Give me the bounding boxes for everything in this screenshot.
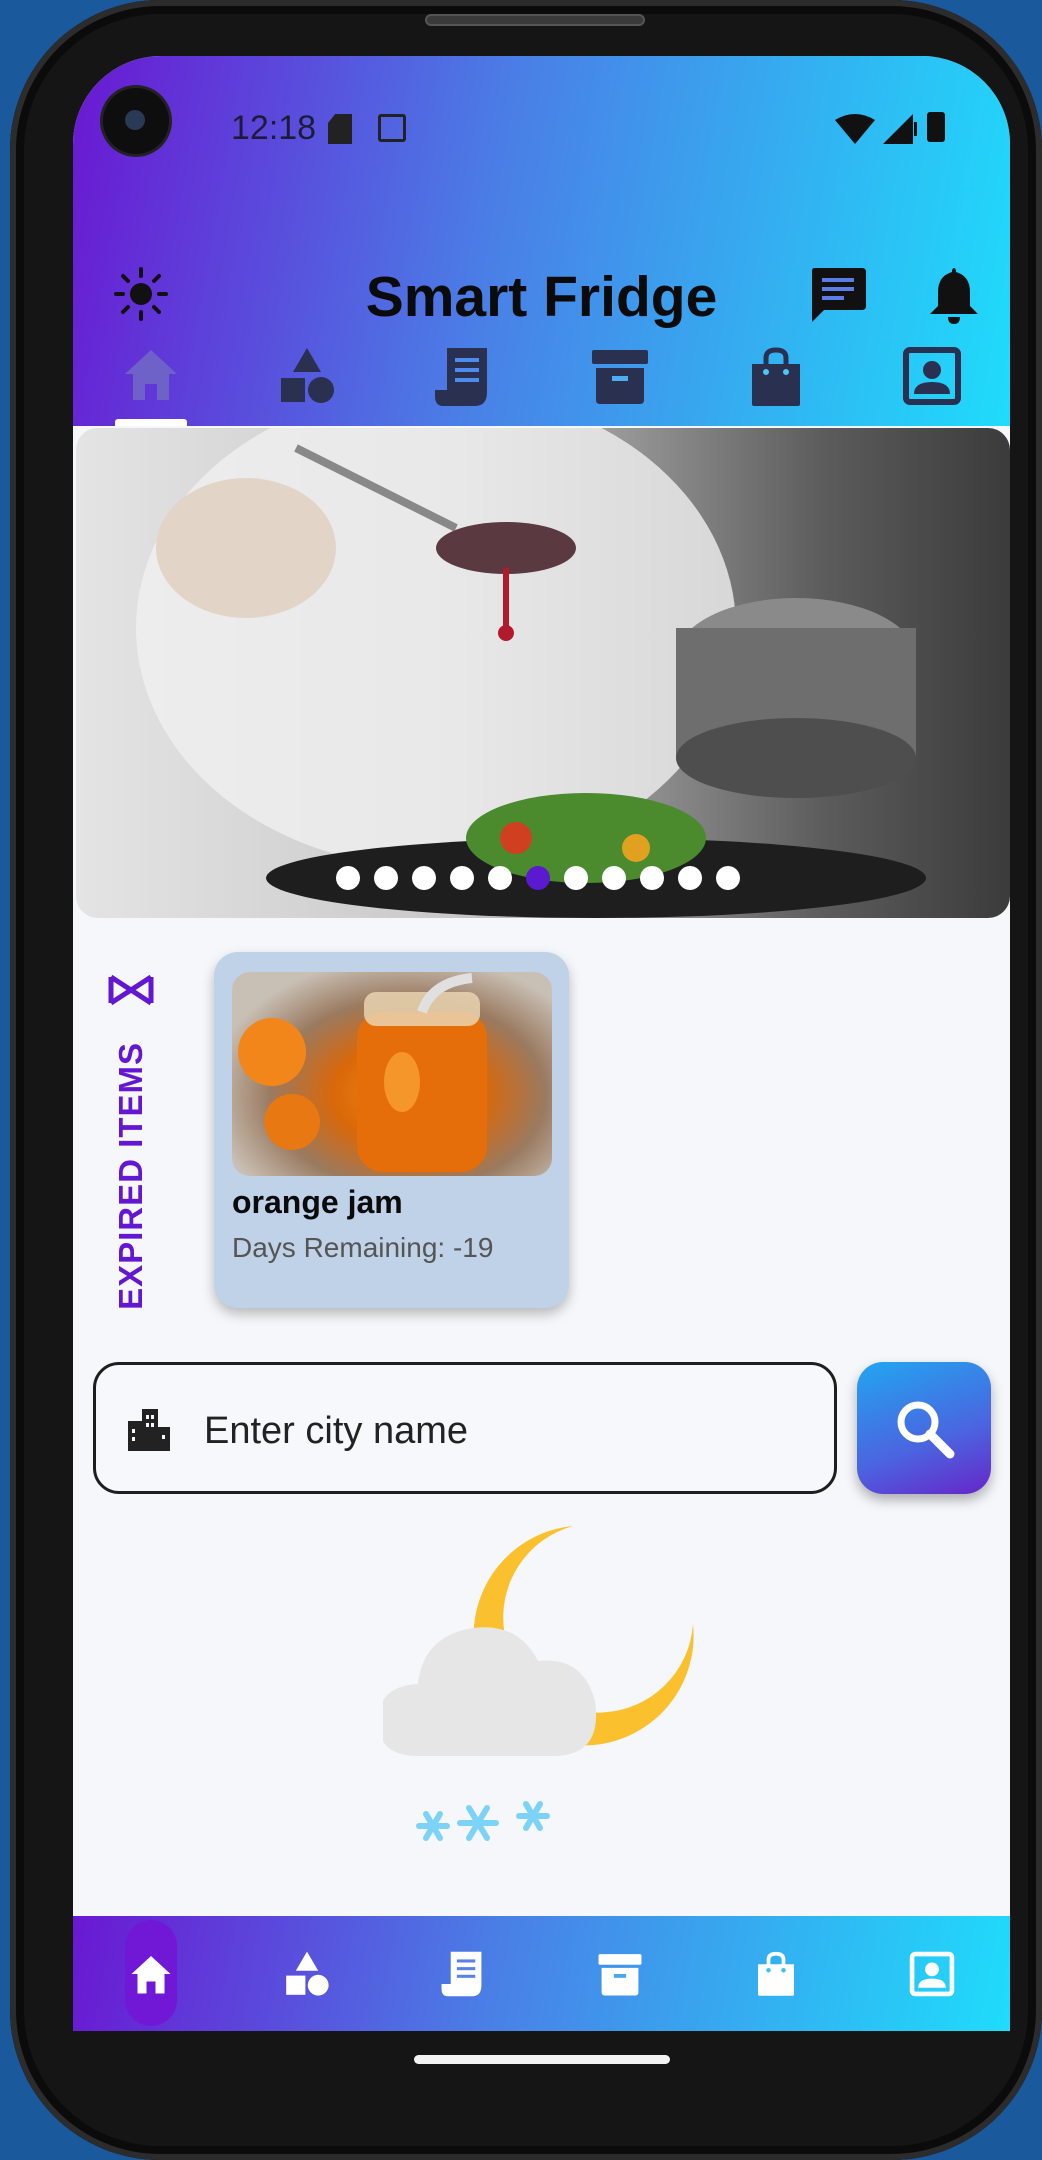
carousel-dot[interactable] bbox=[678, 866, 702, 890]
carousel-dot[interactable] bbox=[336, 866, 360, 890]
front-camera bbox=[103, 88, 169, 154]
carousel-indicators bbox=[76, 866, 1010, 890]
city-buildings-icon bbox=[128, 1409, 170, 1451]
home-icon bbox=[131, 1955, 171, 1993]
nav-shopping[interactable] bbox=[698, 1916, 854, 2031]
battery-icon bbox=[927, 112, 945, 142]
earpiece-speaker bbox=[425, 14, 645, 26]
gesture-area bbox=[73, 2031, 1010, 2056]
notification-bell-icon[interactable] bbox=[928, 264, 980, 324]
search-button[interactable] bbox=[857, 1362, 991, 1494]
app-screen: 12:18 Smart Fridge EXPIRED ITEMS orange … bbox=[73, 56, 1010, 2056]
city-name-input[interactable] bbox=[204, 1403, 804, 1459]
shapes-icon bbox=[281, 348, 335, 403]
carousel-dot[interactable] bbox=[412, 866, 436, 890]
shopping-bag-icon bbox=[751, 347, 800, 406]
item-days-remaining: Days Remaining: -19 bbox=[232, 1232, 494, 1263]
carousel-dot[interactable] bbox=[716, 866, 740, 890]
tab-home[interactable] bbox=[73, 346, 229, 426]
home-icon bbox=[125, 350, 178, 400]
search-icon bbox=[897, 1401, 955, 1459]
chat-icon[interactable] bbox=[808, 264, 868, 324]
receipt-icon bbox=[441, 1951, 482, 1996]
city-search-field[interactable] bbox=[93, 1362, 837, 1494]
archive-icon bbox=[598, 1953, 642, 1995]
cloud-moon-snow-icon bbox=[383, 1526, 694, 1841]
carousel-dot[interactable] bbox=[374, 866, 398, 890]
orange-jam-jar-image bbox=[238, 973, 487, 1172]
tab-categories[interactable] bbox=[229, 346, 385, 426]
shapes-icon bbox=[286, 1951, 329, 1996]
nav-storage[interactable] bbox=[542, 1916, 698, 2031]
carousel-dot[interactable] bbox=[450, 866, 474, 890]
sd-card-icon bbox=[328, 114, 352, 144]
nav-recipes[interactable] bbox=[385, 1916, 541, 2031]
item-name: orange jam bbox=[232, 1184, 403, 1220]
expired-section-label: EXPIRED ITEMS bbox=[98, 966, 168, 1366]
status-bar: 12:18 bbox=[73, 56, 1010, 206]
chef-plating-image bbox=[136, 428, 926, 918]
nav-profile[interactable] bbox=[854, 1916, 1010, 2031]
phone-frame: 12:18 Smart Fridge EXPIRED ITEMS orange … bbox=[10, 0, 1042, 2160]
app-title: Smart Fridge bbox=[365, 265, 718, 329]
shopping-bag-icon bbox=[757, 1951, 794, 1996]
tab-shopping[interactable] bbox=[698, 346, 854, 426]
status-time: 12:18 bbox=[231, 109, 317, 147]
nav-home[interactable] bbox=[73, 1916, 229, 2031]
home-indicator[interactable] bbox=[414, 2055, 670, 2064]
bottom-navigation-bar bbox=[73, 1916, 1010, 2031]
app-bar: Smart Fridge bbox=[73, 236, 1010, 356]
screenshot-icon bbox=[378, 114, 406, 142]
top-tab-bar bbox=[73, 346, 1010, 426]
archive-icon bbox=[591, 350, 648, 404]
contact-icon bbox=[909, 1951, 955, 1996]
image-carousel[interactable] bbox=[76, 428, 1010, 918]
carousel-dot[interactable] bbox=[602, 866, 626, 890]
contact-icon bbox=[902, 347, 961, 405]
carousel-dot[interactable] bbox=[488, 866, 512, 890]
tab-profile[interactable] bbox=[854, 346, 1010, 426]
carousel-dot[interactable] bbox=[640, 866, 664, 890]
hourglass-icon bbox=[108, 974, 154, 1006]
tab-recipes[interactable] bbox=[385, 346, 541, 426]
item-image bbox=[232, 972, 552, 1176]
wifi-icon bbox=[835, 114, 875, 144]
nav-categories[interactable] bbox=[229, 1916, 385, 2031]
header: 12:18 Smart Fridge bbox=[73, 56, 1010, 426]
signal-icon bbox=[883, 114, 917, 144]
expired-item-card[interactable]: orange jam Days Remaining: -19 bbox=[214, 952, 569, 1308]
tab-storage[interactable] bbox=[542, 346, 698, 426]
expired-items-heading: EXPIRED ITEMS bbox=[112, 1042, 149, 1310]
carousel-dot[interactable] bbox=[564, 866, 588, 890]
receipt-icon bbox=[435, 348, 488, 406]
carousel-dot-active[interactable] bbox=[526, 866, 550, 890]
